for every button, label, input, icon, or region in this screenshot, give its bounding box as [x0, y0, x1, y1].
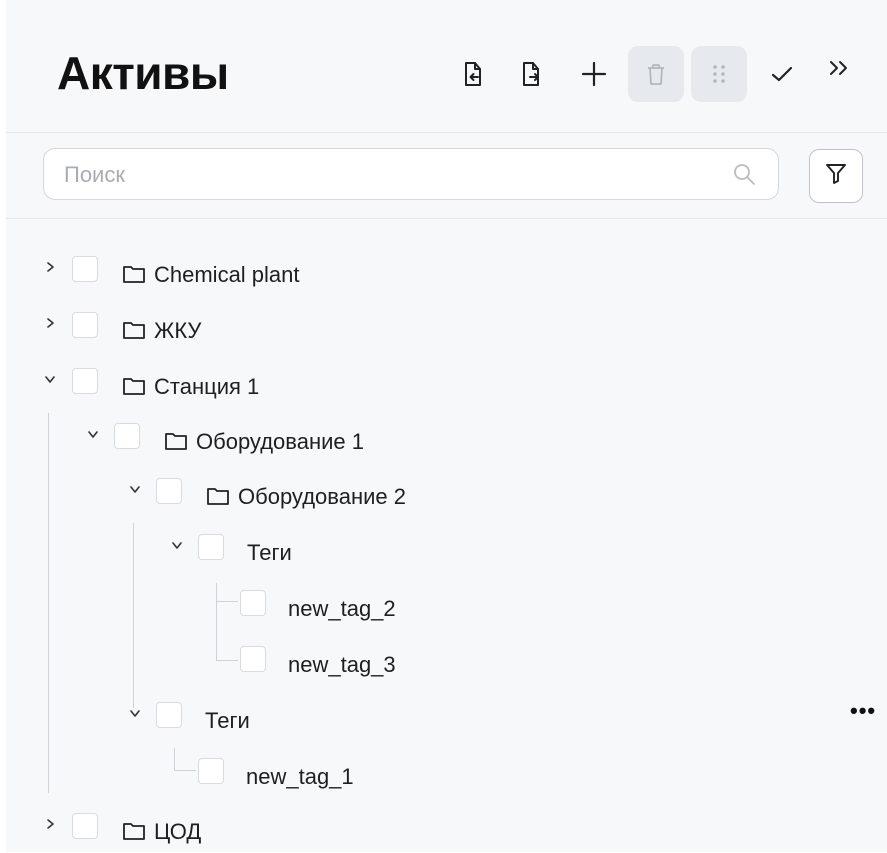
tree-node[interactable]: Chemical plant — [6, 256, 887, 296]
node-checkbox[interactable] — [72, 368, 98, 394]
folder-icon — [164, 431, 188, 456]
confirm-button[interactable] — [754, 46, 810, 102]
node-checkbox[interactable] — [72, 256, 98, 282]
tree-node[interactable]: new_tag_1 — [6, 758, 887, 798]
tree-node[interactable]: Станция 1 — [6, 368, 887, 408]
check-icon — [770, 64, 794, 84]
import-icon — [461, 61, 485, 87]
folder-icon — [122, 320, 146, 345]
node-label: ЖКУ — [154, 318, 202, 343]
node-checkbox[interactable] — [72, 813, 98, 839]
assets-panel: Активы Поиск Chemical plant ЖКУ Станция … — [6, 0, 887, 852]
collapse-panel-button[interactable] — [811, 40, 867, 96]
node-label: Теги — [247, 540, 292, 565]
chevron-right-icon[interactable] — [41, 314, 59, 332]
node-checkbox[interactable] — [198, 758, 224, 784]
node-label: Оборудование 2 — [238, 484, 406, 509]
delete-button[interactable] — [628, 46, 684, 102]
tree-node[interactable]: new_tag_3 — [6, 646, 887, 686]
drag-button[interactable] — [691, 46, 747, 102]
search-box — [43, 148, 779, 201]
tree-node[interactable]: ЦОД — [6, 813, 887, 853]
chevron-down-icon[interactable] — [168, 536, 186, 554]
tree-node[interactable]: ЖКУ — [6, 312, 887, 352]
node-label: Теги — [205, 708, 250, 733]
node-checkbox[interactable] — [114, 423, 140, 449]
node-checkbox[interactable] — [198, 534, 224, 560]
node-label: ЦОД — [154, 819, 202, 844]
tree-node[interactable]: Оборудование 1 — [6, 423, 887, 463]
folder-icon — [206, 486, 230, 511]
node-checkbox[interactable] — [156, 478, 182, 504]
node-checkbox[interactable] — [72, 312, 98, 338]
search-bar — [6, 133, 887, 219]
folder-icon — [122, 264, 146, 289]
tree-node[interactable]: Оборудование 2 — [6, 478, 887, 518]
node-checkbox[interactable] — [240, 590, 266, 616]
node-label: Оборудование 1 — [196, 429, 364, 454]
plus-icon — [581, 61, 607, 87]
chevron-down-icon[interactable] — [126, 704, 144, 722]
drag-icon — [711, 63, 727, 85]
node-checkbox[interactable] — [240, 646, 266, 672]
node-label: new_tag_3 — [288, 652, 396, 677]
folder-icon — [122, 376, 146, 401]
add-button[interactable] — [566, 46, 622, 102]
filter-button[interactable] — [809, 149, 863, 203]
node-label: Станция 1 — [154, 374, 260, 399]
panel-header: Активы — [6, 0, 887, 133]
export-button[interactable] — [503, 46, 559, 102]
chevron-down-icon[interactable] — [126, 480, 144, 498]
chevron-down-icon[interactable] — [41, 370, 59, 388]
node-checkbox[interactable] — [156, 702, 182, 728]
asset-tree: Chemical plant ЖКУ Станция 1 Оборудовани… — [6, 218, 887, 852]
node-label: new_tag_1 — [246, 764, 354, 789]
filter-icon — [825, 162, 847, 191]
chevron-down-icon[interactable] — [84, 425, 102, 443]
tree-node[interactable]: Теги — [6, 702, 887, 742]
search-input[interactable] — [62, 149, 706, 201]
trash-icon — [645, 62, 667, 86]
chevron-right-icon[interactable] — [41, 258, 59, 276]
search-icon — [732, 162, 756, 191]
collapse-panel-icon — [826, 58, 852, 78]
node-label: new_tag_2 — [288, 596, 396, 621]
page-title: Активы — [57, 47, 229, 99]
tree-node[interactable]: new_tag_2 — [6, 590, 887, 630]
import-button[interactable] — [445, 46, 501, 102]
more-actions-button[interactable]: ••• — [850, 700, 876, 722]
node-label: Chemical plant — [154, 262, 300, 287]
tree-node[interactable]: Теги — [6, 534, 887, 574]
folder-icon — [122, 821, 146, 846]
export-icon — [519, 61, 543, 87]
chevron-right-icon[interactable] — [41, 815, 59, 833]
